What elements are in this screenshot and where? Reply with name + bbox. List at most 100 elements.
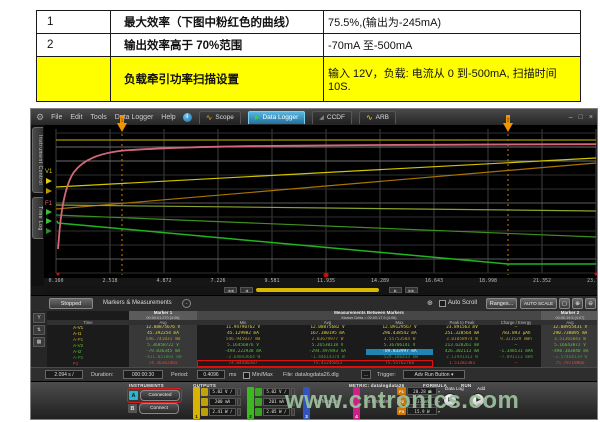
marker2-time: 00:00:19.5 (4:07) bbox=[541, 316, 598, 320]
row-number bbox=[37, 57, 111, 102]
voltage-field[interactable]: 5.02 V / bbox=[209, 388, 236, 396]
marker2-arrow[interactable]: 2 bbox=[502, 114, 514, 134]
period-value[interactable]: 0.4096 bbox=[197, 370, 225, 379]
menu-item[interactable]: File bbox=[51, 114, 62, 121]
marker2-header[interactable]: Marker 200:00:19.5 (4:07) bbox=[541, 311, 598, 320]
grid-lines bbox=[56, 129, 596, 273]
f1-highlight-box bbox=[197, 360, 433, 367]
collapse-toggle-icon[interactable]: ⌄ bbox=[182, 299, 191, 308]
sidebar-tab-time-log[interactable]: Time Log bbox=[32, 197, 43, 239]
x-tick-label: 18.998 bbox=[473, 278, 503, 284]
row-number: 1 bbox=[37, 11, 111, 34]
side-strip: Instrument Control Time Log bbox=[31, 125, 44, 286]
file-browse-button[interactable]: ... bbox=[361, 370, 371, 379]
tab-label: CCDF bbox=[327, 114, 345, 121]
scroll-right-fast-button[interactable]: ▶▶ bbox=[405, 287, 418, 293]
between-markers-header: Measurements Between MarkersMarker Delta… bbox=[197, 311, 541, 320]
row-value: 输入 12V，负载: 电流从 0 到-500mA, 扫描时间 10S. bbox=[324, 57, 581, 102]
wedge-icon: ◢ bbox=[319, 115, 324, 121]
sidebar-tab-instrument-control[interactable]: Instrument Control bbox=[32, 127, 43, 193]
marker1-title: Marker 1 bbox=[154, 310, 173, 315]
row-number: 2 bbox=[37, 34, 111, 57]
channel-icon bbox=[255, 388, 262, 396]
tab-data-logger[interactable]: ▶ Data Logger bbox=[248, 111, 305, 124]
channel-icon bbox=[255, 398, 262, 406]
sine-icon: ∿ bbox=[206, 115, 213, 121]
stopped-button[interactable]: Stopped bbox=[49, 298, 93, 309]
stepper[interactable] bbox=[237, 408, 241, 416]
row-value: 75.5%,(输出为-245mA) bbox=[324, 11, 581, 34]
module2-color-bar: 2 bbox=[247, 387, 254, 419]
time-span-dropdown[interactable]: 2.094 s / bbox=[45, 370, 83, 379]
duration-value[interactable]: 000:00:30 bbox=[123, 370, 163, 379]
cursor-tool-button[interactable]: ▢ bbox=[559, 298, 570, 309]
spec-table: 1 最大效率（下图中粉红色的曲线） 75.5%,(输出为-245mA) 2 输出… bbox=[36, 10, 581, 102]
minimize-icon[interactable]: – bbox=[568, 114, 574, 121]
instrument-b-badge: B bbox=[128, 404, 137, 413]
autoscale-button[interactable]: AUTO SCALE bbox=[520, 298, 557, 309]
measurements-panel: Y ⇅ ▦ Marker 100:00:01.270 (4:06) Measur… bbox=[31, 311, 598, 367]
scroll-left-fast-button[interactable]: ◀◀ bbox=[224, 287, 237, 293]
channel-icon bbox=[201, 408, 208, 416]
axis-marker-dot[interactable] bbox=[324, 273, 329, 278]
y-axis-tool-icon[interactable]: Y bbox=[33, 313, 45, 323]
window-controls: – □ × bbox=[568, 114, 594, 121]
current-field[interactable]: 200 mA bbox=[209, 398, 236, 406]
power-field[interactable]: 2.41 W / bbox=[209, 408, 236, 416]
page-root: 1 最大效率（下图中粉红色的曲线） 75.5%,(输出为-245mA) 2 输出… bbox=[0, 0, 600, 422]
trigger-dropdown[interactable]: Adv Run Button ▾ bbox=[403, 370, 465, 379]
grid-tool-icon[interactable]: ▦ bbox=[33, 337, 45, 347]
channel-markers: V1 F1 bbox=[45, 169, 53, 234]
menu-item[interactable]: Edit bbox=[70, 114, 82, 121]
table-row-highlighted: 负载牵引功率扫描设置 输入 12V，负载: 电流从 0 到-500mA, 扫描时… bbox=[37, 57, 581, 102]
stepper[interactable] bbox=[237, 388, 241, 396]
duration-label: Duration: bbox=[91, 372, 113, 378]
connect-button[interactable]: Connect bbox=[139, 403, 179, 414]
channel-icon bbox=[201, 388, 208, 396]
x-tick-label: 9.581 bbox=[257, 278, 287, 284]
module-number: 2 bbox=[249, 414, 252, 419]
file-label: File: datalogdata26.dlg bbox=[283, 372, 339, 378]
marker1-header[interactable]: Marker 100:00:01.270 (4:06) bbox=[129, 311, 197, 320]
minmax-checkbox[interactable] bbox=[243, 372, 250, 379]
x-tick-label: 2.518 bbox=[95, 278, 125, 284]
stepper[interactable] bbox=[237, 398, 241, 406]
tab-scope[interactable]: ∿ Scope bbox=[199, 111, 241, 124]
scrollbar-thumb[interactable] bbox=[256, 288, 379, 292]
crosshair-icon[interactable]: ⊕ bbox=[427, 299, 433, 307]
output-module-1: 1 5.02 V / 200 mA 2.41 W / bbox=[193, 387, 243, 419]
marker2-title: Marker 2 bbox=[561, 310, 580, 315]
ranges-button[interactable]: Ranges... bbox=[486, 298, 517, 309]
channel-icon bbox=[255, 408, 262, 416]
status-bar: 2.094 s / Duration: 000:00:30 Period: 0.… bbox=[31, 367, 598, 381]
connected-button[interactable]: Connected bbox=[140, 390, 180, 401]
menu-item[interactable]: Tools bbox=[90, 114, 106, 121]
module-number: 1 bbox=[195, 414, 198, 419]
row-description: 负载牵引功率扫描设置 bbox=[111, 57, 324, 102]
x-tick-label: 4.872 bbox=[149, 278, 179, 284]
scroll-right-button[interactable]: ▶ bbox=[389, 287, 402, 293]
zoom-in-icon[interactable]: ⊕ bbox=[572, 298, 583, 309]
info-icon[interactable]: i bbox=[183, 113, 192, 122]
maximize-icon[interactable]: □ bbox=[578, 114, 584, 121]
scroll-left-button[interactable]: ◀ bbox=[240, 287, 253, 293]
marker-delta: Marker Delta = 00:00:17.9 (4:06) bbox=[197, 316, 541, 320]
sort-tool-icon[interactable]: ⇅ bbox=[33, 325, 45, 335]
x-tick-label: 11.935 bbox=[311, 278, 341, 284]
auto-scroll-checkbox[interactable] bbox=[439, 300, 446, 307]
chart-plot[interactable]: V1 F1 bbox=[44, 125, 598, 278]
marker1-arrow[interactable]: 1 bbox=[116, 114, 128, 134]
close-icon[interactable]: × bbox=[588, 114, 594, 121]
chart-scrollbar: ◀◀ ◀ ▶ ▶▶ bbox=[44, 286, 598, 295]
tab-ccdf[interactable]: ◢ CCDF bbox=[312, 111, 352, 124]
play-icon: ▶ bbox=[255, 115, 260, 121]
menu-item[interactable]: Help bbox=[161, 114, 175, 121]
channel-label-f1: F1 bbox=[45, 201, 53, 207]
axis-marker-dot bbox=[595, 273, 598, 276]
x-tick-label: 23.706 bbox=[581, 278, 598, 284]
zoom-out-icon[interactable]: ⊖ bbox=[585, 298, 596, 309]
channel-icon bbox=[201, 398, 208, 406]
tab-arb[interactable]: ∿ ARB bbox=[359, 111, 396, 124]
gear-icon[interactable]: ⚙ bbox=[36, 113, 44, 122]
x-tick-label: 14.289 bbox=[365, 278, 395, 284]
